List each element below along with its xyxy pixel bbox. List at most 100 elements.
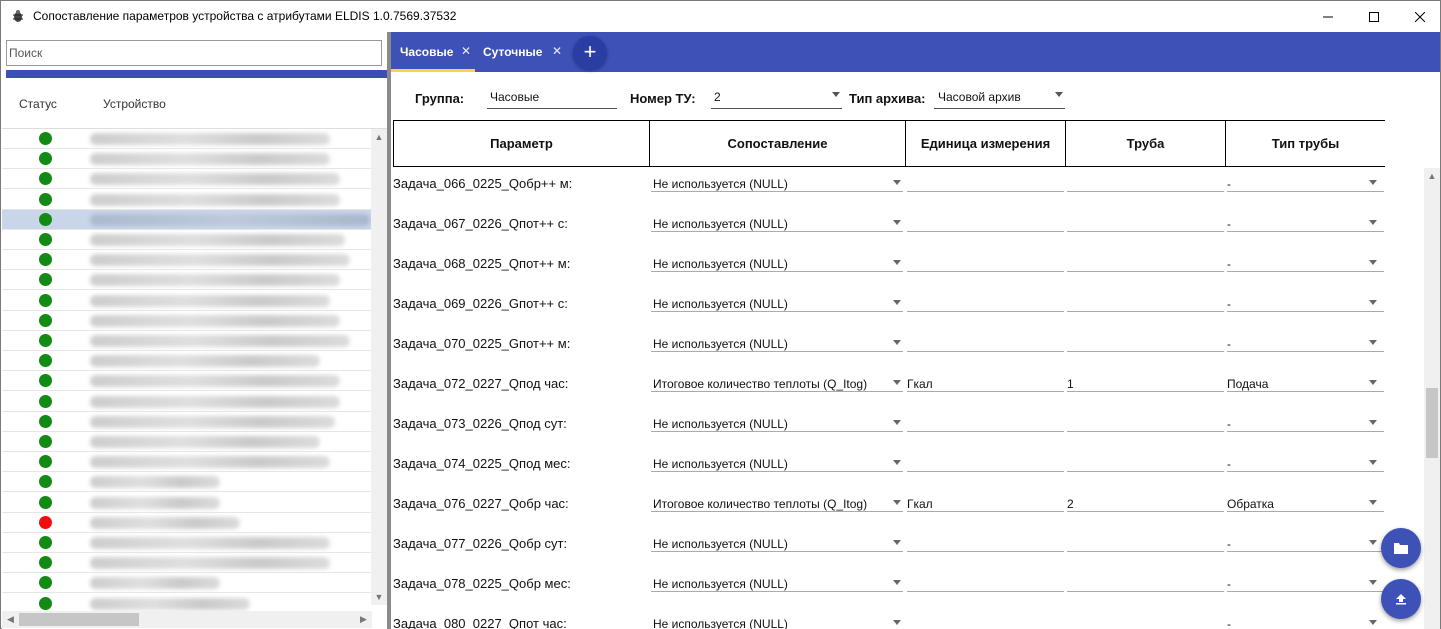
pipe-type-select[interactable]: - <box>1227 337 1231 351</box>
chevron-down-icon[interactable] <box>893 540 901 545</box>
chevron-down-icon[interactable] <box>1369 380 1377 385</box>
chevron-down-icon[interactable] <box>893 380 901 385</box>
chevron-down-icon[interactable] <box>1369 180 1377 185</box>
chevron-down-icon[interactable] <box>893 420 901 425</box>
tab-hourly[interactable]: Часовые ✕ <box>391 32 475 72</box>
device-row[interactable] <box>2 351 372 372</box>
device-row[interactable] <box>2 250 372 271</box>
upload-button[interactable] <box>1381 579 1421 619</box>
header-mapping[interactable]: Сопоставление <box>649 120 906 167</box>
pipe-type-select[interactable]: - <box>1227 457 1231 471</box>
column-header-status[interactable]: Статус <box>19 97 57 111</box>
pipe-type-select[interactable]: - <box>1227 217 1231 231</box>
pipe-type-select[interactable]: - <box>1227 177 1231 191</box>
header-parameter[interactable]: Параметр <box>393 120 650 167</box>
pipe-type-select[interactable]: - <box>1227 617 1231 629</box>
chevron-down-icon[interactable] <box>1369 620 1377 625</box>
pipe-type-select[interactable]: Обратка <box>1227 497 1274 511</box>
archive-type-select[interactable]: Часовой архив <box>938 90 1021 104</box>
device-list-horizontal-scrollbar[interactable]: ◀ ▶ <box>2 611 372 628</box>
scroll-up-button[interactable]: ▲ <box>371 129 387 145</box>
chevron-down-icon[interactable] <box>1369 540 1377 545</box>
tab-close-icon[interactable]: ✕ <box>552 44 562 58</box>
unit-field[interactable]: Гкал <box>907 377 933 391</box>
device-row[interactable] <box>2 190 372 210</box>
device-row[interactable] <box>2 169 372 190</box>
unit-field[interactable]: Гкал <box>907 497 933 511</box>
mapping-select[interactable]: Не используется (NULL) <box>653 297 788 311</box>
pipe-type-select[interactable]: - <box>1227 257 1231 271</box>
pipe-type-select[interactable]: Подача <box>1227 377 1268 391</box>
device-row[interactable] <box>2 452 372 473</box>
tab-daily[interactable]: Суточные ✕ <box>475 32 565 72</box>
device-row[interactable] <box>2 432 372 452</box>
table-vertical-scrollbar[interactable]: ▲ <box>1424 168 1440 629</box>
tab-close-icon[interactable]: ✕ <box>461 44 471 58</box>
chevron-down-icon[interactable] <box>1369 580 1377 585</box>
tu-number-select[interactable]: 2 <box>714 90 721 104</box>
mapping-select[interactable]: Не используется (NULL) <box>653 617 788 629</box>
close-button[interactable] <box>1397 1 1441 32</box>
chevron-down-icon[interactable] <box>1055 92 1063 97</box>
mapping-select[interactable]: Не используется (NULL) <box>653 577 788 591</box>
search-input[interactable] <box>9 43 379 63</box>
chevron-down-icon[interactable] <box>893 220 901 225</box>
device-row[interactable] <box>2 331 372 351</box>
chevron-down-icon[interactable] <box>1369 420 1377 425</box>
device-row[interactable] <box>2 513 372 533</box>
chevron-down-icon[interactable] <box>832 92 840 97</box>
device-row[interactable] <box>2 553 372 574</box>
open-folder-button[interactable] <box>1381 528 1421 568</box>
mapping-select[interactable]: Не используется (NULL) <box>653 417 788 431</box>
chevron-down-icon[interactable] <box>893 460 901 465</box>
chevron-down-icon[interactable] <box>893 180 901 185</box>
device-row[interactable] <box>2 270 372 291</box>
pipe-field[interactable]: 2 <box>1067 497 1074 511</box>
chevron-down-icon[interactable] <box>1369 460 1377 465</box>
device-row[interactable] <box>2 392 372 412</box>
device-row[interactable] <box>2 493 372 513</box>
pipe-type-select[interactable]: - <box>1227 537 1231 551</box>
pipe-type-select[interactable]: - <box>1227 417 1231 431</box>
scroll-up-button[interactable]: ▲ <box>1424 168 1440 184</box>
chevron-down-icon[interactable] <box>1369 300 1377 305</box>
chevron-down-icon[interactable] <box>1369 340 1377 345</box>
mapping-select[interactable]: Не используется (NULL) <box>653 257 788 271</box>
device-list-vertical-scrollbar[interactable]: ▲ ▼ <box>371 129 387 605</box>
device-row[interactable] <box>2 573 372 594</box>
device-row[interactable] <box>2 371 372 392</box>
device-row[interactable] <box>2 230 372 250</box>
chevron-down-icon[interactable] <box>893 580 901 585</box>
scroll-left-button[interactable]: ◀ <box>2 611 19 628</box>
search-box[interactable] <box>6 40 382 66</box>
horizontal-scroll-thumb[interactable] <box>19 613 139 626</box>
pipe-type-select[interactable]: - <box>1227 577 1231 591</box>
chevron-down-icon[interactable] <box>893 340 901 345</box>
chevron-down-icon[interactable] <box>893 300 901 305</box>
mapping-select[interactable]: Не используется (NULL) <box>653 457 788 471</box>
device-row[interactable] <box>2 149 372 170</box>
chevron-down-icon[interactable] <box>893 500 901 505</box>
header-unit[interactable]: Единица измерения <box>905 120 1066 167</box>
mapping-select[interactable]: Итоговое количество теплоты (Q_Itog) <box>653 497 867 511</box>
mapping-select[interactable]: Итоговое количество теплоты (Q_Itog) <box>653 377 867 391</box>
minimize-button[interactable] <box>1305 1 1351 32</box>
chevron-down-icon[interactable] <box>893 620 901 625</box>
chevron-down-icon[interactable] <box>893 260 901 265</box>
header-pipe-type[interactable]: Тип трубы <box>1225 120 1385 167</box>
header-pipe[interactable]: Труба <box>1065 120 1226 167</box>
device-row[interactable] <box>2 291 372 311</box>
device-row[interactable] <box>2 412 372 432</box>
device-row[interactable] <box>2 209 372 230</box>
mapping-select[interactable]: Не используется (NULL) <box>653 537 788 551</box>
column-header-device[interactable]: Устройство <box>103 97 166 111</box>
scroll-down-button[interactable]: ▼ <box>371 589 387 605</box>
pipe-field[interactable]: 1 <box>1067 377 1074 391</box>
device-row[interactable] <box>2 129 372 149</box>
add-tab-button[interactable]: + <box>573 36 607 70</box>
device-row[interactable] <box>2 311 372 331</box>
mapping-select[interactable]: Не используется (NULL) <box>653 217 788 231</box>
chevron-down-icon[interactable] <box>1369 260 1377 265</box>
chevron-down-icon[interactable] <box>1369 220 1377 225</box>
mapping-select[interactable]: Не используется (NULL) <box>653 337 788 351</box>
